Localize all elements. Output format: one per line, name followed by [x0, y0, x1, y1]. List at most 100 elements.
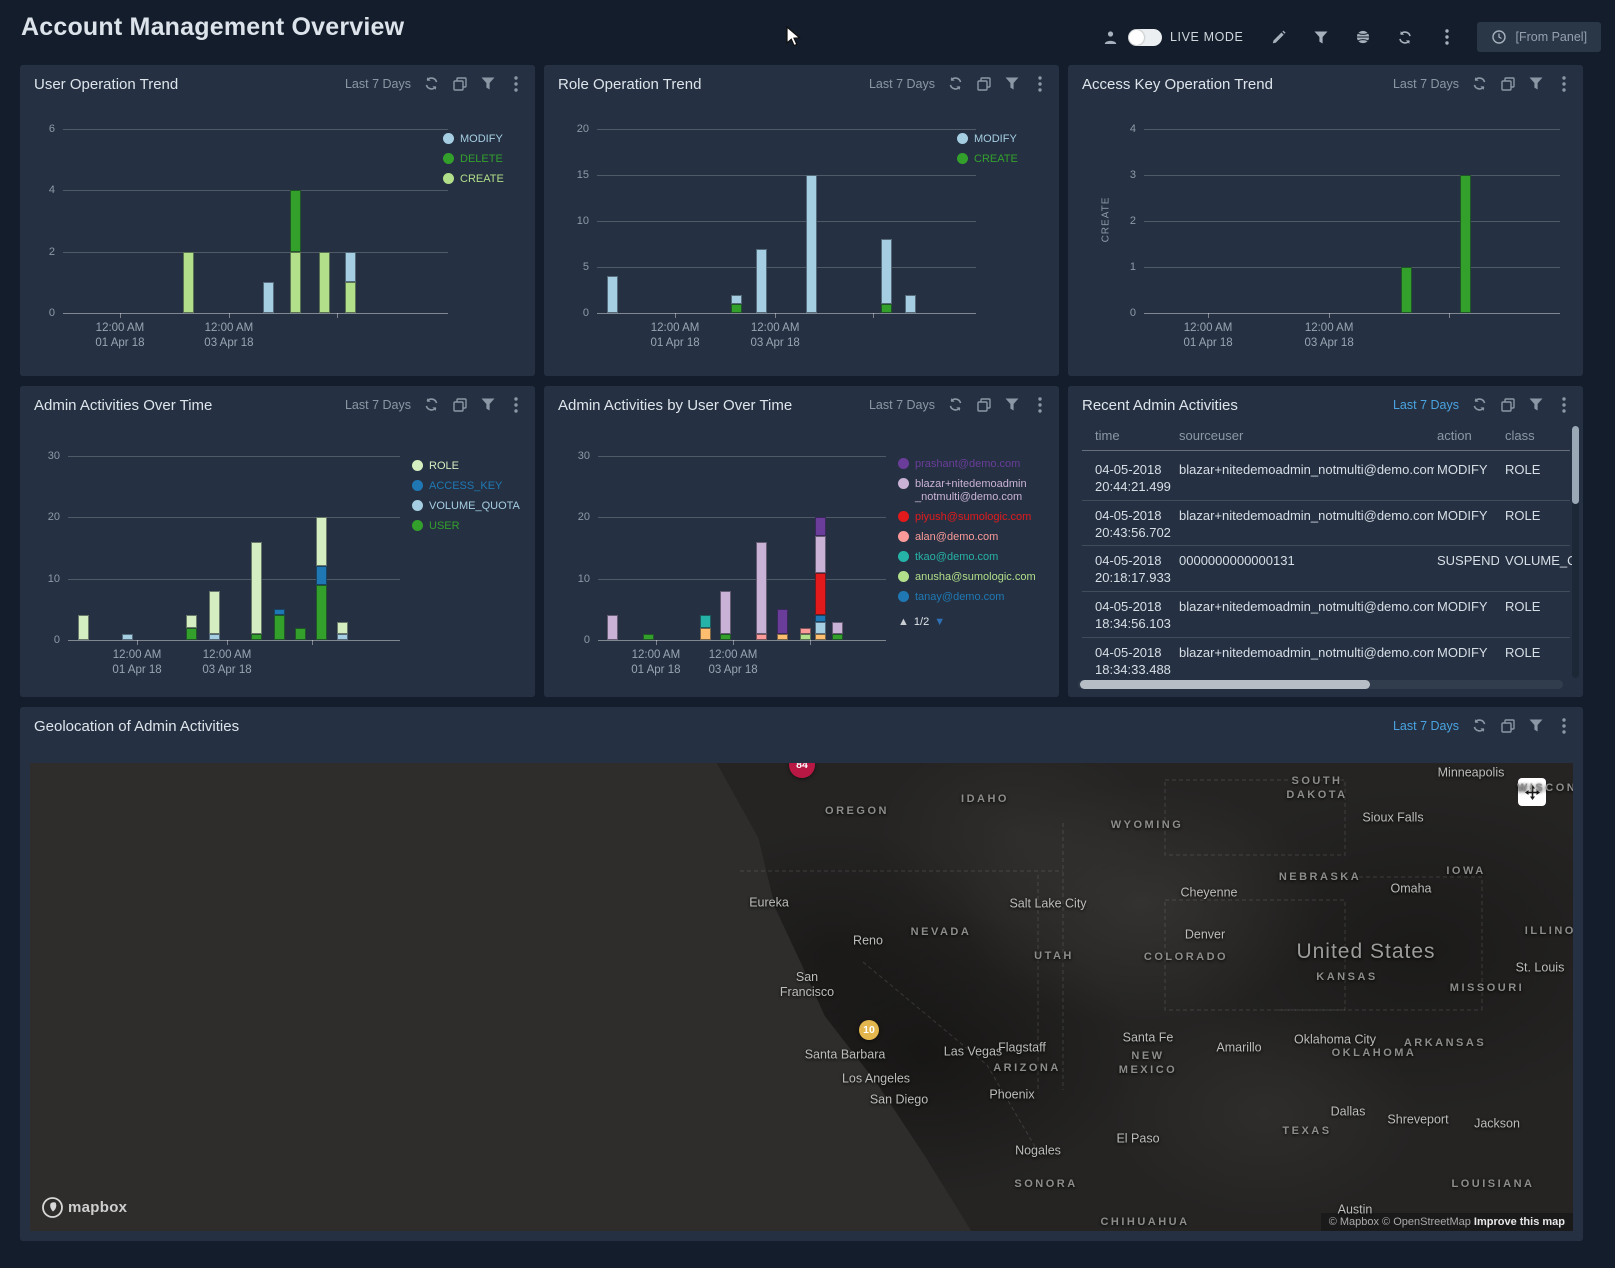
refresh-icon[interactable]	[1472, 76, 1487, 91]
table-row[interactable]: 04-05-201818:34:33.488blazar+nitedemoadm…	[1082, 638, 1570, 682]
bar-segment[interactable]	[700, 615, 711, 627]
bar-segment[interactable]	[832, 634, 843, 640]
bar-segment[interactable]	[274, 609, 285, 615]
table-row[interactable]: 04-05-201818:34:56.103blazar+nitedemoadm…	[1082, 592, 1570, 638]
kebab-menu-icon[interactable]	[1032, 76, 1047, 91]
panel-time-range[interactable]: Last 7 Days	[345, 77, 411, 91]
bar-segment[interactable]	[777, 609, 788, 634]
column-header[interactable]: class	[1505, 428, 1535, 443]
horizontal-scrollbar[interactable]	[1078, 680, 1563, 689]
bar-segment[interactable]	[731, 295, 742, 304]
refresh-icon[interactable]	[424, 397, 439, 412]
bar-segment[interactable]	[122, 634, 133, 640]
column-header[interactable]: sourceuser	[1179, 428, 1243, 443]
refresh-icon[interactable]	[948, 397, 963, 412]
kebab-menu-icon[interactable]	[1032, 397, 1047, 412]
copy-icon[interactable]	[1500, 397, 1515, 412]
mapbox-logo[interactable]: mapbox	[42, 1197, 127, 1218]
filter-icon[interactable]	[1311, 27, 1331, 47]
bar-segment[interactable]	[607, 276, 618, 313]
kebab-menu-icon[interactable]	[1556, 718, 1571, 733]
bar-segment[interactable]	[800, 628, 811, 634]
legend-item[interactable]: ACCESS_KEY	[412, 480, 520, 493]
bar-segment[interactable]	[186, 628, 197, 640]
bar-segment[interactable]	[316, 566, 327, 584]
bar-segment[interactable]	[319, 252, 330, 313]
legend-item[interactable]: anusha@sumologic.com	[898, 571, 1036, 584]
bar-segment[interactable]	[756, 542, 767, 634]
bar-segment[interactable]	[815, 634, 826, 640]
panel-time-range[interactable]: Last 7 Days	[1393, 398, 1459, 412]
panel-time-range[interactable]: Last 7 Days	[1393, 77, 1459, 91]
bar-segment[interactable]	[815, 536, 826, 573]
time-range-selector[interactable]: [From Panel]	[1477, 22, 1601, 52]
legend-item[interactable]: tkao@demo.com	[898, 551, 1036, 564]
panel-time-range[interactable]: Last 7 Days	[345, 398, 411, 412]
geolocation-map[interactable]: mapbox © Mapbox © OpenStreetMap Improve …	[30, 763, 1573, 1231]
legend-item[interactable]: USER	[412, 520, 520, 533]
panel-time-range[interactable]: Last 7 Days	[869, 77, 935, 91]
legend-item[interactable]: DELETE	[443, 153, 504, 166]
vertical-scrollbar[interactable]	[1572, 426, 1579, 678]
bar-segment[interactable]	[1401, 267, 1412, 313]
kebab-menu-icon[interactable]	[1556, 76, 1571, 91]
bar-segment[interactable]	[290, 252, 301, 313]
bar-segment[interactable]	[731, 304, 742, 313]
refresh-icon[interactable]	[948, 76, 963, 91]
filter-icon[interactable]	[1004, 397, 1019, 412]
bar-segment[interactable]	[700, 628, 711, 640]
globe-icon[interactable]	[1353, 27, 1373, 47]
legend-item[interactable]: VOLUME_QUOTA	[412, 500, 520, 513]
filter-icon[interactable]	[1528, 718, 1543, 733]
filter-icon[interactable]	[480, 76, 495, 91]
column-header[interactable]: action	[1437, 428, 1472, 443]
refresh-icon[interactable]	[1395, 27, 1415, 47]
legend-item[interactable]: prashant@demo.com	[898, 458, 1036, 471]
legend-item[interactable]: MODIFY	[957, 133, 1018, 146]
filter-icon[interactable]	[1528, 76, 1543, 91]
legend-page-up-icon[interactable]: ▲	[898, 616, 909, 629]
live-mode-toggle[interactable]	[1128, 29, 1162, 46]
bar-segment[interactable]	[290, 190, 301, 251]
bar-segment[interactable]	[345, 282, 356, 313]
kebab-menu-icon[interactable]	[1556, 397, 1571, 412]
scrollbar-thumb[interactable]	[1080, 680, 1370, 689]
copy-icon[interactable]	[976, 397, 991, 412]
bar-segment[interactable]	[78, 615, 89, 640]
bar-segment[interactable]	[720, 591, 731, 634]
improve-map-link[interactable]: Improve this map	[1474, 1216, 1565, 1228]
bar-segment[interactable]	[756, 634, 767, 640]
copy-icon[interactable]	[452, 76, 467, 91]
legend-item[interactable]: MODIFY	[443, 133, 504, 146]
bar-segment[interactable]	[337, 622, 348, 634]
legend-item[interactable]: piyush@sumologic.com	[898, 511, 1036, 524]
filter-icon[interactable]	[480, 397, 495, 412]
bar-segment[interactable]	[251, 542, 262, 634]
bar-segment[interactable]	[345, 252, 356, 283]
bar-segment[interactable]	[815, 517, 826, 535]
legend-item[interactable]: tanay@demo.com	[898, 591, 1036, 604]
bar-segment[interactable]	[295, 628, 306, 640]
bar-segment[interactable]	[274, 615, 285, 640]
copy-icon[interactable]	[1500, 76, 1515, 91]
kebab-menu-icon[interactable]	[1437, 27, 1457, 47]
bar-segment[interactable]	[337, 634, 348, 640]
copy-icon[interactable]	[1500, 718, 1515, 733]
bar-segment[interactable]	[815, 622, 826, 634]
bar-segment[interactable]	[251, 634, 262, 640]
bar-segment[interactable]	[1460, 175, 1471, 313]
bar-segment[interactable]	[800, 634, 811, 640]
bar-segment[interactable]	[815, 615, 826, 621]
refresh-icon[interactable]	[424, 76, 439, 91]
bar-segment[interactable]	[815, 573, 826, 616]
map-cluster-marker[interactable]: 10	[859, 1020, 879, 1040]
bar-segment[interactable]	[643, 634, 654, 640]
bar-segment[interactable]	[720, 634, 731, 640]
bar-segment[interactable]	[607, 615, 618, 640]
panel-time-range[interactable]: Last 7 Days	[869, 398, 935, 412]
copy-icon[interactable]	[452, 397, 467, 412]
bar-segment[interactable]	[209, 634, 220, 640]
bar-segment[interactable]	[881, 304, 892, 313]
legend-page-down-icon[interactable]: ▼	[934, 616, 945, 629]
table-row[interactable]: 04-05-201820:44:21.499blazar+nitedemoadm…	[1082, 455, 1570, 501]
